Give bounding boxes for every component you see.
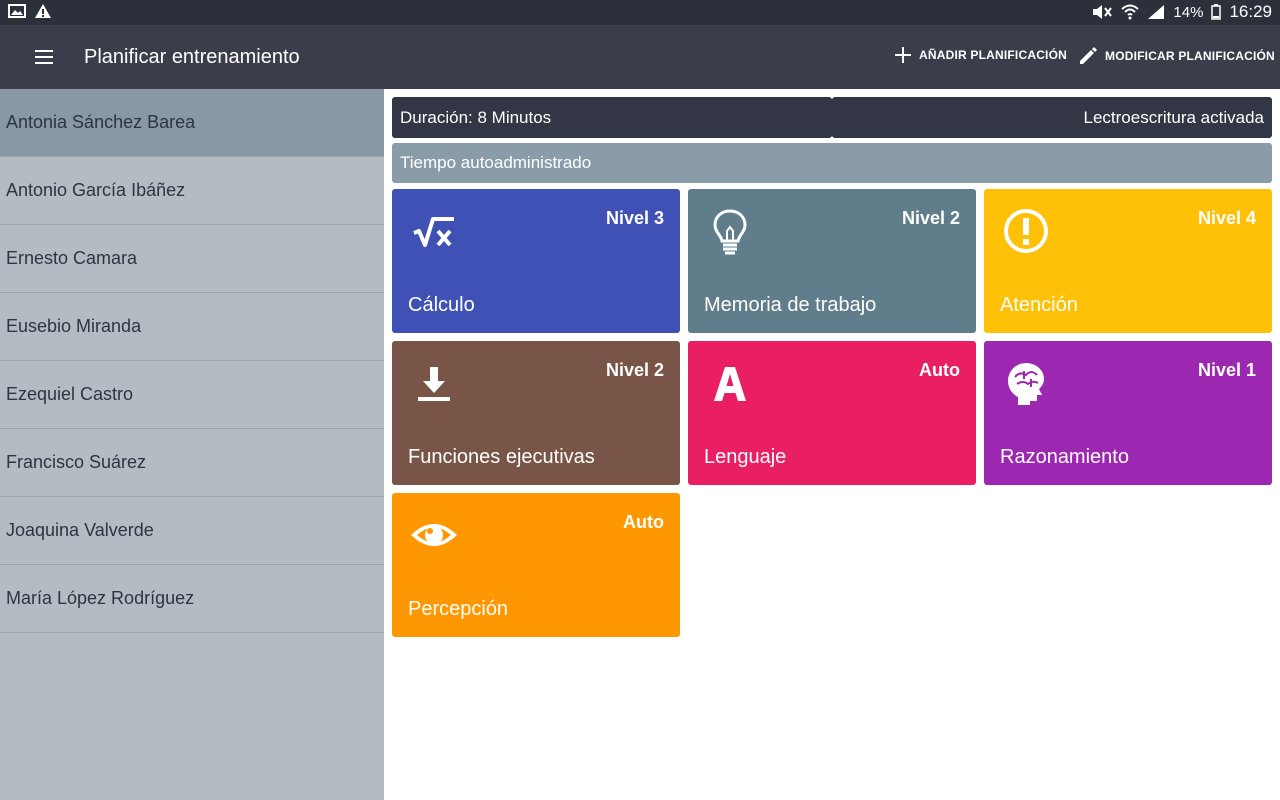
plus-icon — [895, 47, 911, 63]
add-plan-button[interactable]: AÑADIR PLANIFICACIÓN — [893, 45, 1067, 65]
tile-level: Nivel 1 — [1197, 360, 1256, 380]
tile-name: Memoria de trabajo — [704, 294, 877, 316]
list-item[interactable]: Antonia Sánchez Barea — [0, 89, 384, 157]
tile-name: Funciones ejecutivas — [408, 446, 595, 468]
edit-plan-label: MODIFICAR PLANIFICACIÓN — [1105, 49, 1275, 63]
edit-plan-button[interactable]: MODIFICAR PLANIFICACIÓN — [1077, 45, 1275, 67]
sqrt-x-icon — [413, 217, 454, 247]
tile-razonamiento[interactable]: Nivel 1 Razonamiento — [984, 341, 1272, 485]
time-mode-info: Tiempo autoadministrado — [392, 143, 1272, 183]
tile-level: Nivel 4 — [1197, 208, 1256, 228]
wifi-icon — [1121, 4, 1140, 20]
tile-name: Atención — [1000, 294, 1078, 316]
tile-name: Lenguaje — [704, 446, 787, 468]
pencil-icon — [1080, 47, 1097, 64]
app-bar: Planificar entrenamiento AÑADIR PLANIFIC… — [0, 25, 1280, 89]
mute-icon — [1093, 5, 1113, 19]
tile-level: Nivel 3 — [605, 208, 664, 228]
list-item[interactable]: Antonio García Ibáñez — [0, 157, 384, 225]
warning-icon — [35, 4, 51, 18]
lightbulb-icon — [713, 209, 747, 255]
plan-panel: Duración: 8 Minutos Lectroescritura acti… — [384, 89, 1280, 800]
battery-percent: 14% — [1173, 3, 1204, 21]
tile-funciones-ejecutivas[interactable]: Nivel 2 Funciones ejecutivas — [392, 341, 680, 485]
list-item[interactable]: Ezequiel Castro — [0, 361, 384, 429]
menu-button[interactable] — [24, 45, 64, 69]
hamburger-icon — [35, 50, 53, 64]
tile-level: Auto — [623, 512, 664, 532]
tile-name: Cálculo — [408, 294, 475, 316]
signal-icon — [1148, 5, 1165, 19]
clock: 16:29 — [1229, 2, 1272, 21]
add-plan-label: AÑADIR PLANIFICACIÓN — [919, 48, 1067, 62]
tile-level: Auto — [919, 360, 960, 380]
list-item[interactable]: Ernesto Camara — [0, 225, 384, 293]
tile-memoria[interactable]: Nivel 2 Memoria de trabajo — [688, 189, 976, 333]
list-item[interactable]: Joaquina Valverde — [0, 497, 384, 565]
list-item[interactable]: María López Rodríguez — [0, 565, 384, 633]
exclamation-circle-icon — [1004, 209, 1048, 253]
tile-level: Nivel 2 — [605, 360, 664, 380]
eye-icon — [411, 524, 457, 546]
tile-name: Razonamiento — [1000, 446, 1129, 468]
tile-lenguaje[interactable]: Auto Lenguaje — [688, 341, 976, 485]
tile-name: Percepción — [408, 598, 509, 620]
duration-info: Duración: 8 Minutos — [392, 97, 832, 138]
list-item[interactable]: Eusebio Miranda — [0, 293, 384, 361]
list-item[interactable]: Francisco Suárez — [0, 429, 384, 497]
download-icon — [418, 367, 450, 401]
image-icon — [8, 4, 26, 18]
literacy-info: Lectroescritura activada — [832, 97, 1272, 138]
letter-a-icon — [714, 367, 746, 401]
status-bar: 14% 16:29 — [0, 0, 1280, 25]
tile-atencion[interactable]: Nivel 4 Atención — [984, 189, 1272, 333]
patient-list: Antonia Sánchez Barea Antonio García Ibá… — [0, 89, 384, 800]
tile-level: Nivel 2 — [901, 208, 960, 228]
page-title: Planificar entrenamiento — [84, 46, 300, 68]
tile-percepcion[interactable]: Auto Percepción — [392, 493, 680, 637]
battery-icon — [1211, 4, 1222, 20]
brain-head-icon — [1008, 363, 1044, 405]
tile-calculo[interactable]: Nivel 3 Cálculo — [392, 189, 680, 333]
